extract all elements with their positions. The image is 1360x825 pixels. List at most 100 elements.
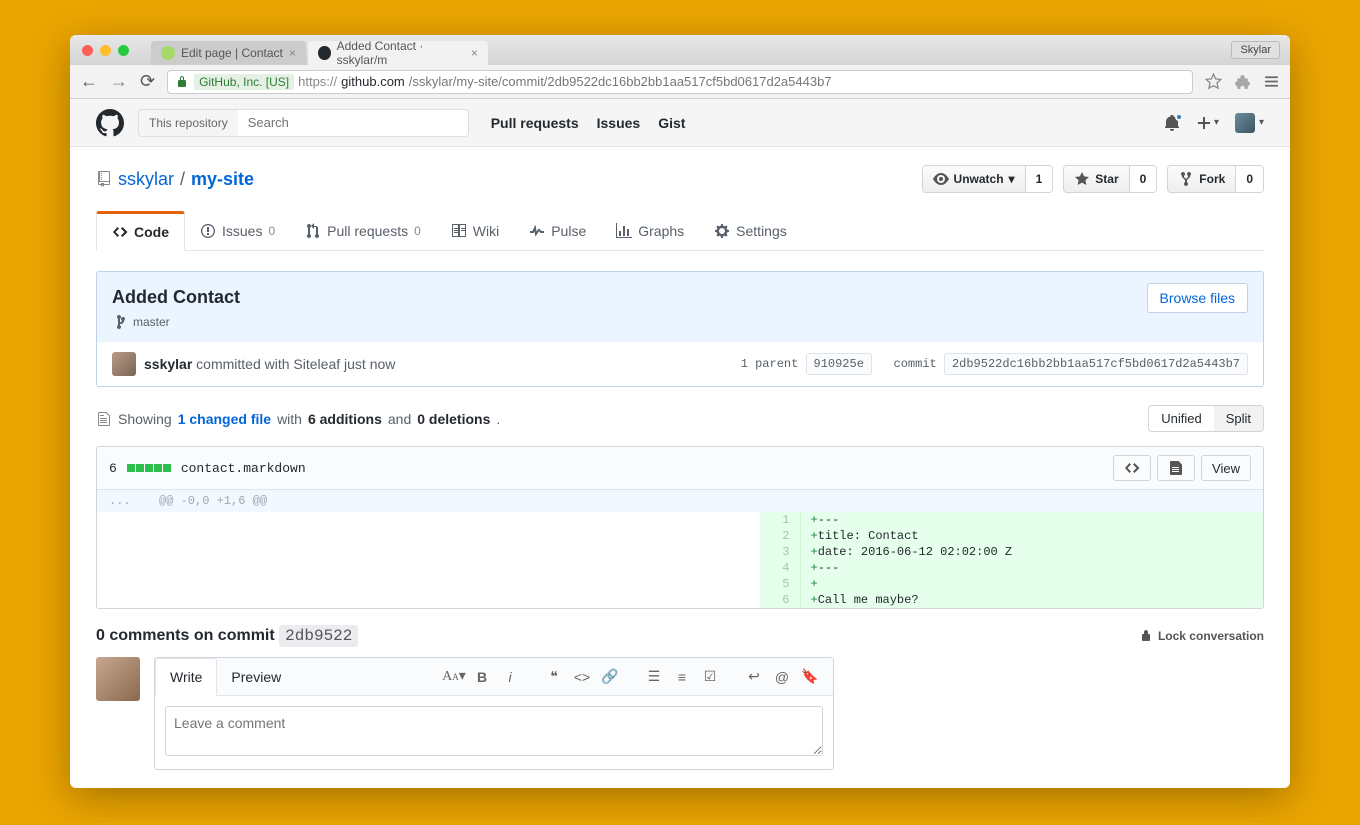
link-icon[interactable]: 🔗	[597, 664, 623, 690]
author-avatar[interactable]	[112, 352, 136, 376]
short-sha: 2db9522	[279, 625, 358, 647]
additions-count: 6 additions	[308, 411, 382, 427]
tab-issues[interactable]: Issues0	[185, 211, 290, 250]
url-protocol: https://	[298, 74, 337, 89]
back-button[interactable]: ←	[80, 71, 98, 92]
diffstat-squares	[127, 464, 171, 472]
mention-icon[interactable]: @	[769, 664, 795, 690]
current-user-avatar[interactable]	[96, 657, 140, 701]
tab-pulse[interactable]: Pulse	[514, 211, 601, 250]
search-scope[interactable]: This repository	[139, 110, 238, 136]
watch-count[interactable]: 1	[1025, 166, 1053, 192]
repo-owner-link[interactable]: sskylar	[118, 169, 174, 190]
bookmark-icon[interactable]: 🔖	[797, 664, 823, 690]
reload-button[interactable]: ⟳	[140, 71, 155, 92]
bold-icon[interactable]: B	[469, 664, 495, 690]
diff-line: 1+---	[97, 512, 1263, 528]
ol-icon[interactable]: ≡	[669, 664, 695, 690]
file-icon	[96, 411, 112, 427]
site-header: This repository Pull requests Issues Gis…	[70, 99, 1290, 147]
view-file-button[interactable]: View	[1201, 455, 1251, 481]
close-window[interactable]	[82, 45, 93, 56]
author-link[interactable]: sskylar	[144, 356, 192, 372]
menu-icon[interactable]	[1263, 73, 1280, 90]
maximize-window[interactable]	[118, 45, 129, 56]
italic-icon[interactable]: i	[497, 664, 523, 690]
extensions-icon[interactable]	[1234, 73, 1251, 90]
browser-profile-button[interactable]: Skylar	[1231, 41, 1280, 59]
watch-button[interactable]: Unwatch ▾	[923, 166, 1025, 192]
lock-conversation-button[interactable]: Lock conversation	[1138, 628, 1264, 644]
avatar	[1235, 113, 1255, 133]
source-view-button[interactable]	[1113, 455, 1151, 481]
tab-favicon	[161, 46, 175, 60]
repo-icon	[96, 171, 112, 187]
file-diff: 6 contact.markdown View ...@@ -0,0 +1,6 …	[96, 446, 1264, 609]
tab-favicon	[318, 46, 331, 60]
rendered-view-button[interactable]	[1157, 455, 1195, 481]
repo-separator: /	[180, 169, 185, 190]
code-icon[interactable]: <>	[569, 664, 595, 690]
minimize-window[interactable]	[100, 45, 111, 56]
star-button-group: Star 0	[1063, 165, 1157, 193]
branch-name[interactable]: master	[133, 315, 170, 329]
browser-tab-bar: Edit page | Contact × Added Contact · ss…	[70, 35, 1290, 65]
ul-icon[interactable]: ☰	[641, 664, 667, 690]
tab-wiki[interactable]: Wiki	[436, 211, 514, 250]
diff-line: 4+---	[97, 560, 1263, 576]
diff-table: 1+---2+title: Contact3+date: 2016-06-12 …	[97, 512, 1263, 608]
tab-code[interactable]: Code	[96, 211, 185, 251]
tab-title: Edit page | Contact	[181, 46, 283, 60]
parent-sha-link[interactable]: 910925e	[806, 353, 872, 375]
tab-graphs[interactable]: Graphs	[601, 211, 699, 250]
browser-toolbar: ← → ⟳ GitHub, Inc. [US] https://github.c…	[70, 65, 1290, 99]
url-host: github.com	[341, 74, 405, 89]
notification-dot	[1175, 113, 1183, 121]
search-input[interactable]	[238, 110, 468, 136]
nav-pull-requests[interactable]: Pull requests	[491, 115, 579, 131]
repo-name-link[interactable]: my-site	[191, 169, 254, 190]
unified-toggle[interactable]: Unified	[1149, 406, 1213, 431]
watch-button-group: Unwatch ▾ 1	[922, 165, 1054, 193]
star-count[interactable]: 0	[1129, 166, 1157, 192]
preview-tab[interactable]: Preview	[217, 659, 295, 695]
file-line-count: 6	[109, 461, 117, 476]
text-size-icon[interactable]: AA▾	[441, 664, 467, 690]
commit-summary: Browse files Added Contact master sskyla…	[96, 271, 1264, 387]
fork-count[interactable]: 0	[1235, 166, 1263, 192]
split-toggle[interactable]: Split	[1214, 406, 1263, 431]
repo-header: sskylar / my-site Unwatch ▾ 1 Star 0 For…	[96, 165, 1264, 193]
quote-icon[interactable]: ❝	[541, 664, 567, 690]
nav-issues[interactable]: Issues	[597, 115, 641, 131]
browser-tab[interactable]: Added Contact · sskylar/m ×	[308, 41, 488, 65]
reply-icon[interactable]: ↩	[741, 664, 767, 690]
notifications-icon[interactable]	[1164, 115, 1180, 131]
branch-icon	[112, 314, 128, 330]
close-tab-icon[interactable]: ×	[471, 46, 478, 60]
file-name[interactable]: contact.markdown	[181, 461, 306, 476]
hunk-header: ...@@ -0,0 +1,6 @@	[97, 490, 1263, 512]
bookmark-star-icon[interactable]	[1205, 73, 1222, 90]
browser-tab[interactable]: Edit page | Contact ×	[151, 41, 306, 65]
create-new-icon[interactable]: ▾	[1196, 115, 1219, 131]
github-logo-icon[interactable]	[96, 109, 124, 137]
tab-settings[interactable]: Settings	[699, 211, 802, 250]
repo-nav: Code Issues0 Pull requests0 Wiki Pulse G…	[96, 211, 1264, 251]
star-button[interactable]: Star	[1064, 166, 1128, 192]
tab-title: Added Contact · sskylar/m	[337, 39, 465, 67]
changed-files-link[interactable]: 1 changed file	[178, 411, 271, 427]
user-menu[interactable]: ▾	[1235, 113, 1264, 133]
comments-heading: 0 comments on commit 2db9522	[96, 627, 358, 645]
comment-textarea[interactable]	[165, 706, 823, 756]
write-tab[interactable]: Write	[155, 658, 217, 696]
task-list-icon[interactable]: ☑	[697, 664, 723, 690]
commit-sha: 2db9522dc16bb2bb1aa517cf5bd0617d2a5443b7	[944, 353, 1248, 375]
address-bar[interactable]: GitHub, Inc. [US] https://github.com/ssk…	[167, 70, 1193, 94]
fork-button[interactable]: Fork	[1168, 166, 1235, 192]
tab-pull-requests[interactable]: Pull requests0	[290, 211, 436, 250]
close-tab-icon[interactable]: ×	[289, 46, 296, 60]
browse-files-button[interactable]: Browse files	[1147, 283, 1248, 313]
forward-button[interactable]: →	[110, 71, 128, 92]
deletions-count: 0 deletions	[417, 411, 490, 427]
nav-gist[interactable]: Gist	[658, 115, 685, 131]
